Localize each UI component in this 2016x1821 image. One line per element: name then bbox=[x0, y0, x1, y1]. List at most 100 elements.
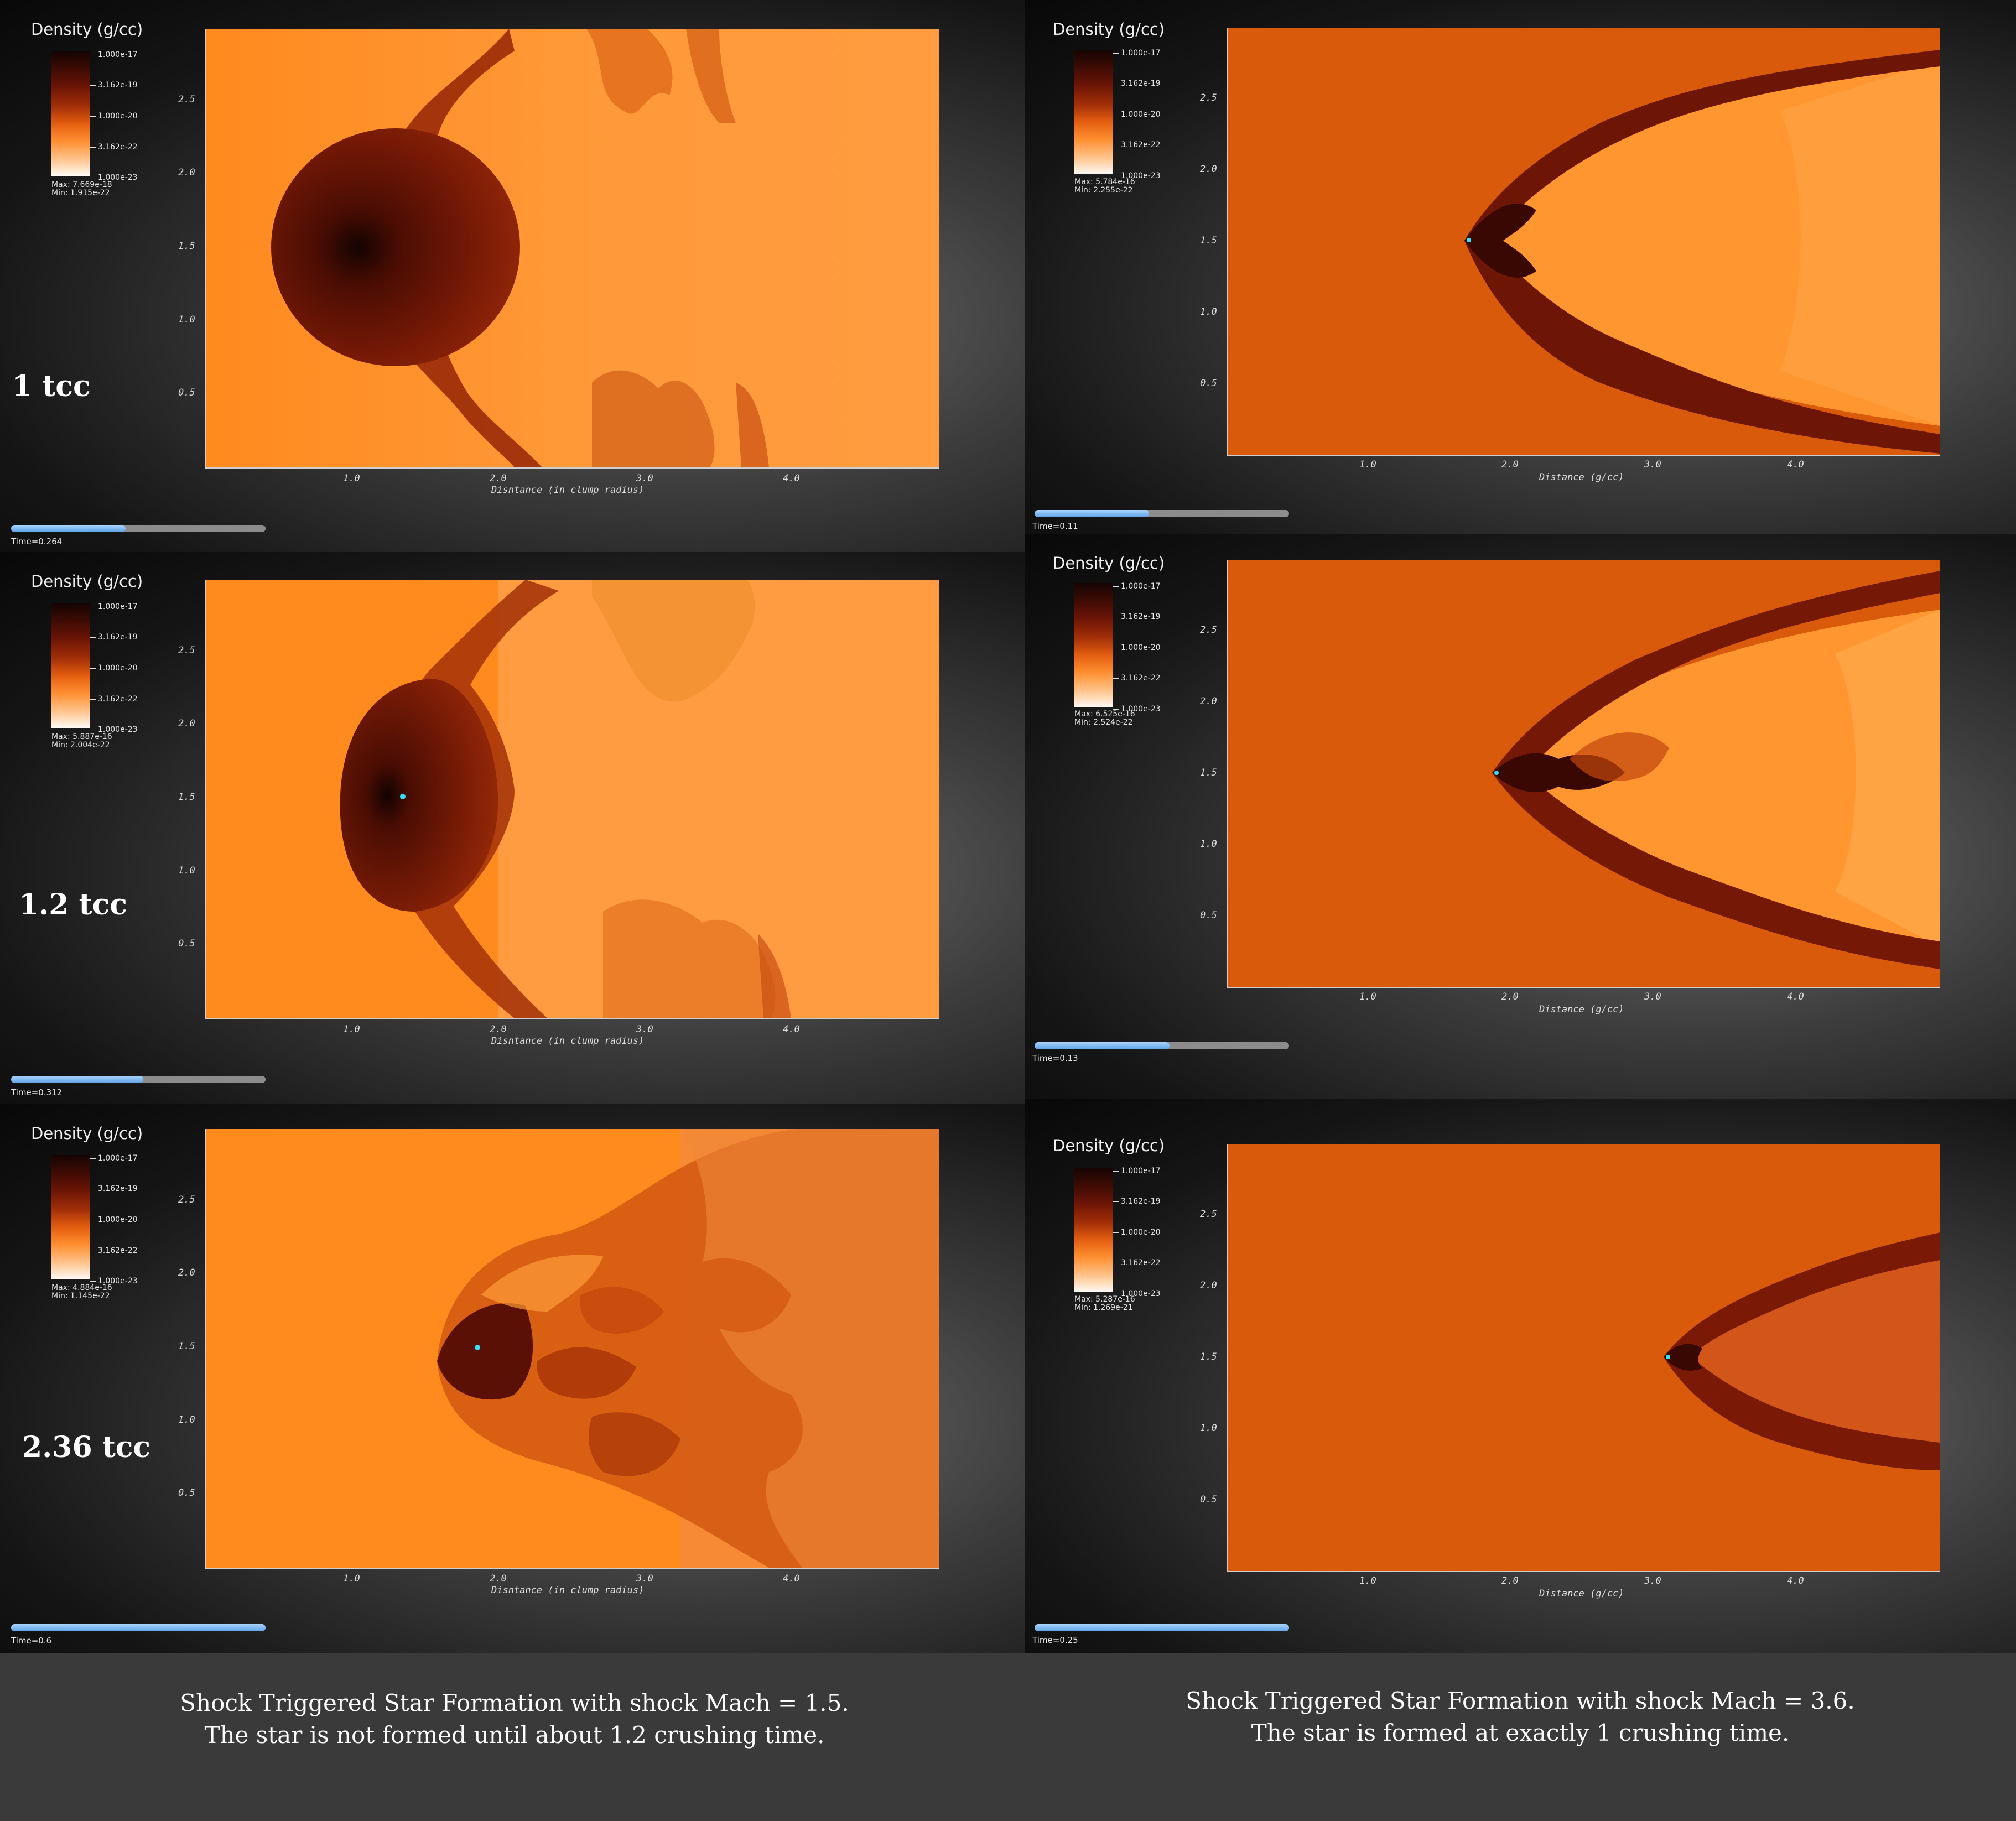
time-slider[interactable] bbox=[1035, 510, 1289, 517]
density-render bbox=[205, 1129, 939, 1568]
y-tick-label: 2.0 bbox=[1200, 696, 1217, 707]
density-field bbox=[205, 1129, 939, 1568]
colorbar-tick bbox=[1113, 1201, 1119, 1202]
viewer-panel-high-mach-2: Density (g/cc) 1.000e-17 3.162e-19 1.000… bbox=[1025, 534, 2016, 1099]
max-value: Max: 7.669e-18 bbox=[51, 180, 112, 189]
colorbar-tick-label: 1.000e-20 bbox=[1121, 110, 1161, 119]
min-value: Min: 2.004e-22 bbox=[51, 741, 110, 750]
y-tick-label: 2.5 bbox=[1200, 92, 1217, 103]
colorbar-tick-label: 3.162e-22 bbox=[1121, 141, 1161, 149]
density-render bbox=[1227, 1144, 1940, 1571]
density-colorbar bbox=[1074, 583, 1113, 707]
caption-low-mach-line2: The star is not formed until about 1.2 c… bbox=[204, 1721, 825, 1749]
x-tick-label: 3.0 bbox=[1644, 459, 1661, 470]
y-axis bbox=[1227, 28, 1228, 455]
time-slider-fill bbox=[11, 525, 126, 532]
colorbar-tick bbox=[90, 147, 96, 148]
protostar-icon bbox=[1666, 1355, 1670, 1359]
x-tick-label: 1.0 bbox=[343, 1573, 360, 1584]
max-value: Max: 5.784e-16 bbox=[1074, 178, 1135, 186]
colorbar-tick-label: 1.000e-20 bbox=[1121, 1228, 1161, 1237]
colorbar-tick bbox=[90, 116, 96, 117]
time-slider[interactable] bbox=[11, 1076, 266, 1083]
viewer-panel-high-mach-1: Density (g/cc) 1.000e-17 3.162e-19 1.000… bbox=[1025, 0, 2016, 534]
x-tick-label: 1.0 bbox=[1359, 1575, 1376, 1586]
x-tick-label: 3.0 bbox=[636, 473, 653, 484]
y-axis bbox=[205, 1129, 206, 1568]
min-value: Min: 1.269e-21 bbox=[1074, 1303, 1133, 1312]
colorbar-tick bbox=[1113, 1232, 1119, 1233]
x-tick-label: 4.0 bbox=[1787, 991, 1804, 1002]
time-label: Time=0.13 bbox=[1032, 1053, 1078, 1063]
x-axis bbox=[1227, 1571, 1940, 1572]
colorbar-tick-label: 3.162e-19 bbox=[98, 633, 138, 642]
colorbar-tick-label: 1.000e-17 bbox=[1121, 582, 1161, 591]
density-render bbox=[1227, 560, 1940, 987]
caption-high-mach-line2: The star is formed at exactly 1 crushing… bbox=[1251, 1719, 1790, 1746]
colorbar-tick-label: 3.162e-19 bbox=[1121, 1197, 1161, 1206]
y-axis bbox=[205, 29, 206, 467]
y-tick-label: 1.5 bbox=[1200, 235, 1217, 246]
x-tick-label: 4.0 bbox=[1787, 459, 1804, 470]
x-axis-title: Distance (g/cc) bbox=[1539, 1004, 1624, 1015]
colorbar-tick-label: 3.162e-22 bbox=[1121, 1258, 1161, 1267]
y-tick-label: 1.0 bbox=[1200, 306, 1217, 318]
y-tick-label: 0.5 bbox=[178, 938, 195, 949]
density-render bbox=[1227, 28, 1940, 455]
min-value: Min: 2.524e-22 bbox=[1074, 718, 1133, 727]
y-tick-label: 2.0 bbox=[178, 1267, 195, 1278]
y-axis bbox=[1227, 1144, 1228, 1571]
protostar-icon bbox=[475, 1345, 480, 1350]
colorbar-title: Density (g/cc) bbox=[31, 572, 143, 591]
x-tick-label: 2.0 bbox=[1501, 1575, 1519, 1586]
colorbar-tick-label: 3.162e-22 bbox=[1121, 674, 1161, 683]
y-tick-label: 1.0 bbox=[178, 314, 195, 325]
y-tick-label: 1.0 bbox=[178, 865, 195, 876]
colorbar-tick-label: 3.162e-19 bbox=[1121, 79, 1161, 88]
colorbar-tick bbox=[1113, 678, 1119, 679]
density-field bbox=[1227, 1144, 1940, 1571]
y-tick-label: 2.5 bbox=[178, 94, 195, 105]
x-axis bbox=[1227, 987, 1940, 988]
y-axis bbox=[205, 580, 206, 1018]
time-slider[interactable] bbox=[1035, 1624, 1289, 1631]
x-axis bbox=[1227, 455, 1940, 456]
colorbar-tick-label: 1.000e-20 bbox=[98, 1215, 138, 1224]
density-field bbox=[1227, 28, 1940, 455]
protostar-icon bbox=[400, 794, 406, 799]
colorbar-tick bbox=[1113, 586, 1119, 587]
time-slider-fill bbox=[11, 1624, 266, 1631]
time-slider-fill bbox=[1035, 1624, 1289, 1631]
y-tick-label: 1.5 bbox=[178, 1341, 195, 1352]
x-tick-label: 2.0 bbox=[490, 473, 507, 484]
y-tick-label: 2.5 bbox=[178, 645, 195, 656]
x-tick-label: 3.0 bbox=[1644, 991, 1661, 1002]
caption-low-mach: Shock Triggered Star Formation with shoc… bbox=[0, 1687, 1029, 1751]
colorbar-tick-label: 3.162e-19 bbox=[98, 1184, 138, 1193]
y-tick-label: 1.5 bbox=[178, 792, 195, 803]
time-slider[interactable] bbox=[11, 1624, 266, 1631]
colorbar-tick bbox=[90, 1158, 96, 1159]
x-axis-title: Disntance (in clump radius) bbox=[491, 1585, 645, 1596]
x-tick-label: 1.0 bbox=[1359, 459, 1376, 470]
protostar-icon bbox=[1467, 238, 1471, 242]
density-colorbar bbox=[1074, 1168, 1113, 1292]
colorbar-tick bbox=[90, 1281, 96, 1282]
x-tick-label: 3.0 bbox=[1644, 1575, 1661, 1586]
max-value: Max: 6.525e-16 bbox=[1074, 710, 1135, 719]
x-tick-label: 1.0 bbox=[343, 1024, 360, 1035]
x-tick-label: 4.0 bbox=[783, 473, 800, 484]
y-tick-label: 2.0 bbox=[178, 167, 195, 178]
x-tick-label: 2.0 bbox=[490, 1024, 507, 1035]
colorbar-tick bbox=[1113, 1171, 1119, 1172]
time-slider[interactable] bbox=[1035, 1042, 1289, 1049]
time-slider-fill bbox=[1035, 510, 1149, 517]
y-tick-label: 0.5 bbox=[1200, 1494, 1217, 1505]
y-tick-label: 1.5 bbox=[1200, 767, 1217, 778]
y-tick-label: 2.5 bbox=[1200, 625, 1217, 636]
colorbar-tick bbox=[90, 668, 96, 669]
time-slider[interactable] bbox=[11, 525, 266, 532]
crushing-time-label: 1.2 tcc bbox=[19, 888, 127, 922]
colorbar-tick bbox=[90, 699, 96, 700]
y-tick-label: 0.5 bbox=[178, 387, 195, 398]
